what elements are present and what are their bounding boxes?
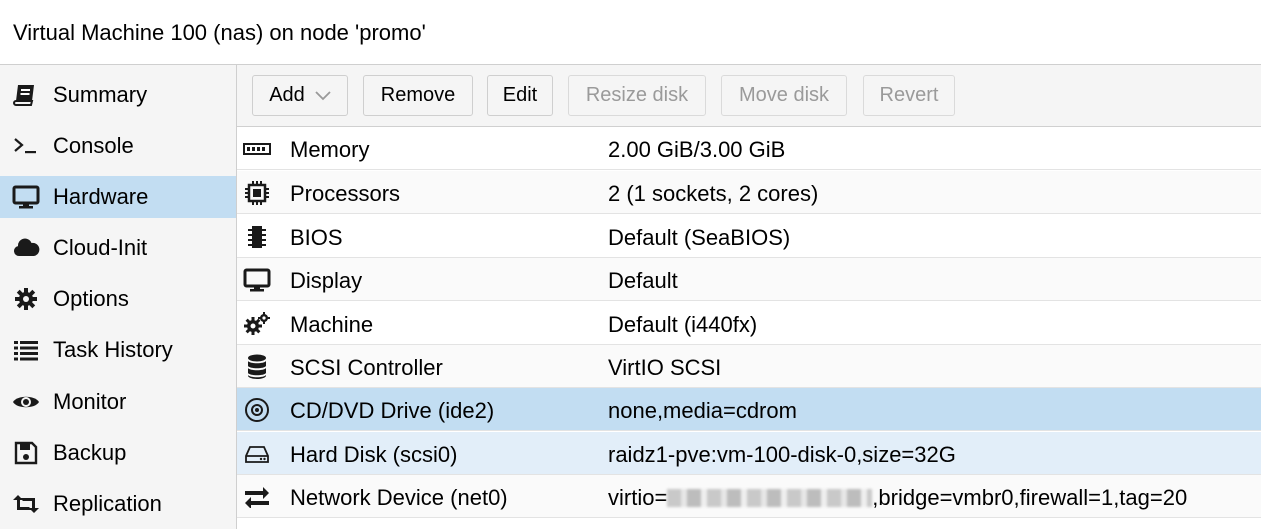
- edit-button[interactable]: Edit: [487, 75, 553, 116]
- hardware-panel: Add Remove Edit Resize disk Move disk Re…: [237, 65, 1261, 529]
- floppy-icon: [12, 439, 40, 467]
- table-row-hard-disk[interactable]: Hard Disk (scsi0) raidz1-pve:vm-100-disk…: [237, 432, 1261, 475]
- sidebar-item-console[interactable]: Console: [0, 125, 236, 167]
- sidebar-item-label: Options: [53, 286, 129, 311]
- retweet-icon: [12, 490, 40, 518]
- sidebar-item-label: Console: [53, 133, 134, 158]
- network-device-value: virtio= ,bridge=vmbr0,firewall=1,tag=20: [608, 485, 1188, 510]
- sidebar-item-label: Hardware: [53, 184, 149, 209]
- sidebar-item-task-history[interactable]: Task History: [0, 329, 236, 371]
- disc-icon: [243, 396, 271, 424]
- remove-button[interactable]: Remove: [363, 75, 473, 116]
- desktop-icon: [243, 266, 271, 294]
- sidebar-item-hardware[interactable]: Hardware: [0, 176, 236, 218]
- resize-disk-button[interactable]: Resize disk: [568, 75, 706, 116]
- table-row-network-device[interactable]: Network Device (net0) virtio= ,bridge=vmb…: [237, 475, 1261, 518]
- table-row-scsi-controller[interactable]: SCSI Controller VirtIO SCSI: [237, 345, 1261, 388]
- sidebar-item-summary[interactable]: Summary: [0, 74, 236, 116]
- revert-button[interactable]: Revert: [863, 75, 955, 116]
- list-icon: [12, 336, 40, 364]
- desktop-icon: [12, 183, 40, 211]
- table-row-memory[interactable]: Memory 2.00 GiB/3.00 GiB: [237, 127, 1261, 170]
- eye-icon: [12, 388, 40, 416]
- book-icon: [12, 81, 40, 109]
- hdd-icon: [243, 440, 271, 468]
- sidebar-item-label: Task History: [53, 337, 173, 362]
- gear-icon: [12, 285, 40, 313]
- title-bar: Virtual Machine 100 (nas) on node 'promo…: [0, 0, 1261, 65]
- sidebar-item-replication[interactable]: Replication: [0, 483, 236, 525]
- table-row-display[interactable]: Display Default: [237, 258, 1261, 301]
- exchange-icon: [243, 483, 271, 511]
- sidebar-item-label: Cloud-Init: [53, 235, 148, 260]
- move-disk-button[interactable]: Move disk: [721, 75, 847, 116]
- sidebar-item-label: Monitor: [53, 389, 127, 414]
- chip-icon: [243, 223, 271, 251]
- sidebar: Summary Console Hardware Cloud-Init Opti…: [0, 65, 237, 529]
- add-button[interactable]: Add: [252, 75, 348, 116]
- sidebar-item-label: Summary: [53, 82, 148, 107]
- redacted-mac-address: [667, 489, 873, 507]
- table-row-bios[interactable]: BIOS Default (SeaBIOS): [237, 215, 1261, 258]
- cloud-icon: [12, 234, 40, 262]
- memory-icon: [243, 135, 271, 163]
- chevron-down-icon: [315, 88, 331, 104]
- sidebar-item-backup[interactable]: Backup: [0, 432, 236, 474]
- table-row-cd-dvd-drive[interactable]: CD/DVD Drive (ide2) none,media=cdrom: [237, 388, 1261, 431]
- table-row-processors[interactable]: Processors 2 (1 sockets, 2 cores): [237, 171, 1261, 214]
- table-row-machine[interactable]: Machine Default (i440fx): [237, 302, 1261, 345]
- sidebar-item-cloud-init[interactable]: Cloud-Init: [0, 227, 236, 269]
- sidebar-item-label: Backup: [53, 440, 127, 465]
- sidebar-item-monitor[interactable]: Monitor: [0, 381, 236, 423]
- terminal-icon: [12, 132, 40, 160]
- window-title: Virtual Machine 100 (nas) on node 'promo…: [13, 20, 426, 45]
- sidebar-item-options[interactable]: Options: [0, 278, 236, 320]
- database-icon: [243, 353, 271, 381]
- sidebar-item-label: Replication: [53, 491, 162, 516]
- cogs-icon: [243, 310, 271, 338]
- cpu-icon: [243, 179, 271, 207]
- toolbar: Add Remove Edit Resize disk Move disk Re…: [237, 65, 1261, 127]
